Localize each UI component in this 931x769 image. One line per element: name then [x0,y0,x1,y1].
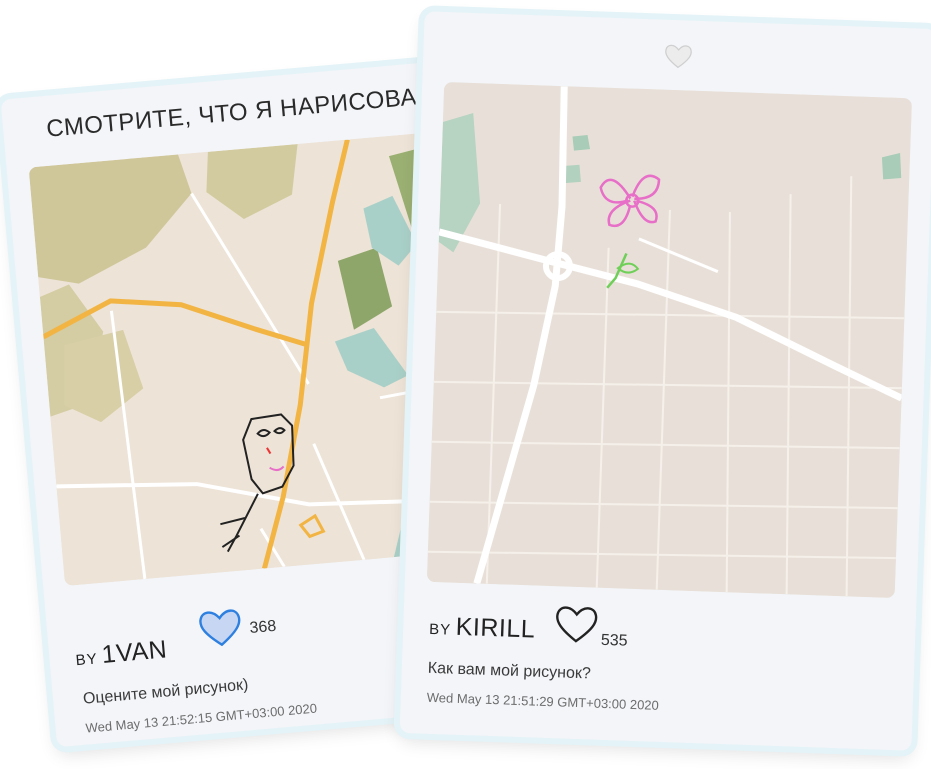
like-button[interactable] [553,602,600,646]
author-name[interactable]: 1VAN [101,635,169,669]
author-name[interactable]: KIRILL [455,613,535,644]
by-label: BY [75,650,99,670]
heart-icon [199,609,241,647]
like-count: 368 [248,617,277,637]
post-author[interactable]: BY 1VAN [74,635,168,672]
heart-icon [556,606,598,643]
heart-icon [665,44,692,69]
post-caption: Как вам мой рисунок? [427,659,592,683]
top-like-button[interactable] [663,42,694,71]
post-author[interactable]: BY KIRILL [429,612,536,645]
map-drawing[interactable] [426,82,913,599]
post-card[interactable]: BY KIRILL 535 Как вам мой рисунок? Wed M… [399,11,931,751]
map-image [426,82,913,599]
post-caption: Оцените мой рисунок) [82,676,250,708]
post-timestamp: Wed May 13 21:52:15 GMT+03:00 2020 [85,700,318,736]
post-timestamp: Wed May 13 21:51:29 GMT+03:00 2020 [426,689,660,713]
like-count: 535 [600,631,628,650]
like-button[interactable] [196,605,245,651]
by-label: BY [428,620,452,639]
